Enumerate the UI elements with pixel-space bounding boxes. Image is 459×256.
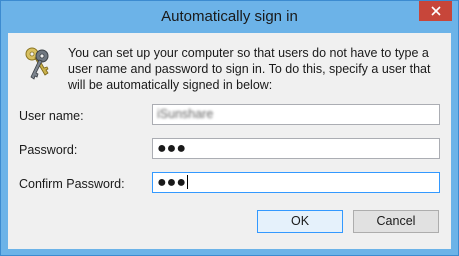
user-name-label: User name: <box>19 109 84 123</box>
confirm-password-label: Confirm Password: <box>19 177 125 191</box>
cancel-button[interactable]: Cancel <box>353 210 439 233</box>
user-name-value: iSunshare <box>157 107 214 121</box>
keys-icon <box>25 47 49 80</box>
dialog-window: Automatically sign in You can set up you… <box>0 0 459 256</box>
password-value: ●●● <box>157 140 186 157</box>
password-label: Password: <box>19 143 78 157</box>
close-button[interactable] <box>419 1 452 21</box>
dialog-body: You can set up your computer so that use… <box>8 33 451 249</box>
title-bar[interactable]: Automatically sign in <box>1 1 458 33</box>
ok-button[interactable]: OK <box>257 210 343 233</box>
close-icon <box>430 6 441 16</box>
text-caret <box>187 175 188 189</box>
user-name-field[interactable]: iSunshare <box>152 104 440 125</box>
confirm-password-field[interactable]: ●●● <box>152 172 440 193</box>
confirm-password-value: ●●● <box>157 174 186 191</box>
password-field[interactable]: ●●● <box>152 138 440 159</box>
window-title: Automatically sign in <box>161 8 298 25</box>
description-text: You can set up your computer so that use… <box>68 46 431 92</box>
